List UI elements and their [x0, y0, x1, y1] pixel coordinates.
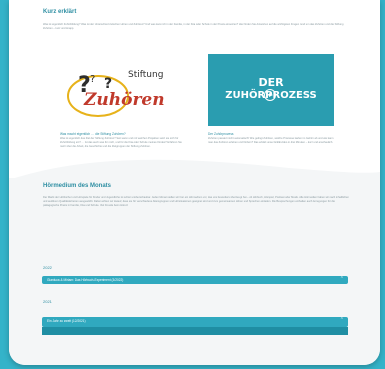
svg-text:?: ? [90, 74, 95, 85]
caret-up-icon[interactable]: ⌃ [340, 276, 344, 282]
accordion-label: Ein Jahr zu zweit (12/2021) [47, 319, 86, 323]
page-card: Kurz erklärt Was ist eigentlich Zuhörbil… [9, 0, 380, 365]
section-intro: Was ist eigentlich Zuhörbildung? Was ist… [43, 23, 344, 30]
section-heading-hoermedium: Hörmedium des Monats [43, 183, 112, 189]
hoermedium-section: Hörmedium des Monats Der Markt der Hörbü… [9, 178, 380, 365]
card-title-zuhoerprozess[interactable]: Der Zuhörprozess [208, 132, 234, 136]
play-icon[interactable] [264, 89, 276, 101]
section-heading-kurz-erklaert: Kurz erklärt [43, 9, 77, 15]
accordion-item-2022[interactable]: Gianluca & Miriam: Das Hörbuch-Experimen… [42, 276, 348, 284]
logo-text-stiftung: Stiftung [128, 70, 164, 80]
video-title-der: DER [258, 76, 284, 89]
stiftung-zuhoeren-logo[interactable]: ? ? ? Stiftung Zuhören [60, 54, 186, 126]
logo-text-zuhoeren: Zuhören [84, 90, 165, 110]
accordion-label: Gianluca & Miriam: Das Hörbuch-Experimen… [47, 278, 124, 282]
card-text-stiftung: Was ist eigentlich das Ziel der Stiftung… [60, 137, 182, 148]
accordion-content-2021 [42, 327, 348, 335]
year-heading-2021: 2021 [43, 299, 52, 304]
accordion-item-2021[interactable]: Ein Jahr zu zweit (12/2021) ⌃ [42, 317, 348, 327]
card-text-zuhoerprozess: Zuhören passiert nicht automatisch! Wie … [208, 137, 334, 144]
year-heading-2022: 2022 [43, 265, 52, 270]
caret-up-icon[interactable]: ⌃ [340, 317, 344, 323]
zuhoerprozess-video-thumbnail[interactable]: DER ZUHÖRPROZESS [208, 54, 334, 126]
card-title-stiftung[interactable]: Was macht eigentlich … die Stiftung Zuhö… [60, 132, 126, 136]
hoermedium-intro: Der Markt der Hörbücher und Hörspiele fü… [43, 196, 349, 207]
